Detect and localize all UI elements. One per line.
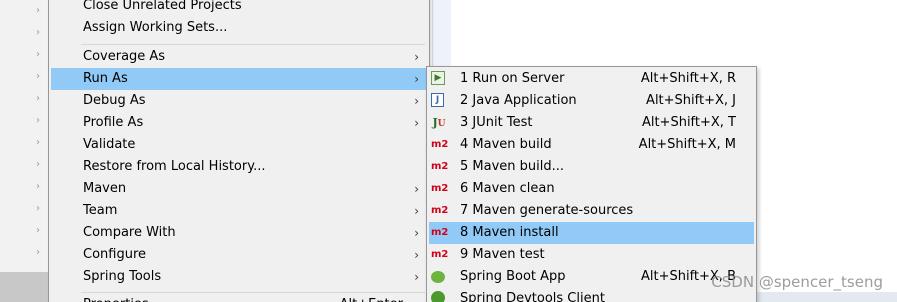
submenu-item-maven-clean[interactable]: m2 6 Maven clean bbox=[429, 178, 754, 200]
submenu-item-maven-test[interactable]: m2 9 Maven test bbox=[429, 244, 754, 266]
menu-item-label: Compare With bbox=[83, 225, 176, 240]
menu-item-run-as[interactable]: Run As › bbox=[51, 68, 427, 90]
submenu-item-label: 8 Maven install bbox=[460, 225, 559, 240]
submenu-item-shortcut: Alt+Shift+X, T bbox=[641, 115, 736, 130]
submenu-item-spring-boot-app[interactable]: Spring Boot App Alt+Shift+X, B bbox=[429, 266, 754, 288]
submenu-item-label: 4 Maven build bbox=[460, 137, 552, 152]
java-application-icon: J bbox=[431, 93, 444, 107]
chevron-right-icon: › bbox=[414, 226, 419, 240]
menu-item-label: Spring Tools bbox=[83, 269, 162, 284]
chevron-right-icon: › bbox=[414, 204, 419, 218]
menu-separator bbox=[81, 292, 425, 293]
junit-icon: JU bbox=[431, 115, 447, 131]
submenu-item-run-on-server[interactable]: ▶ 1 Run on Server Alt+Shift+X, R bbox=[429, 68, 754, 90]
chevron-right-icon: › bbox=[414, 50, 419, 64]
submenu-item-label: 5 Maven build... bbox=[460, 159, 565, 174]
submenu-item-maven-build-dialog[interactable]: m2 5 Maven build... bbox=[429, 156, 754, 178]
submenu-item-label: 3 JUnit Test bbox=[460, 115, 533, 130]
tree-expand-icon[interactable]: › bbox=[36, 0, 46, 22]
menu-item-label: Debug As bbox=[83, 93, 146, 108]
menu-item-team[interactable]: Team › bbox=[51, 200, 427, 222]
chevron-right-icon: › bbox=[414, 116, 419, 130]
chevron-right-icon: › bbox=[414, 182, 419, 196]
run-as-submenu: ▶ 1 Run on Server Alt+Shift+X, R J 2 Jav… bbox=[426, 66, 757, 302]
junit-icon-u: U bbox=[437, 119, 446, 129]
menu-item-label: Restore from Local History... bbox=[83, 159, 266, 174]
submenu-item-label: 7 Maven generate-sources bbox=[460, 203, 634, 218]
chevron-right-icon: › bbox=[414, 248, 419, 262]
tree-expand-icon[interactable]: › bbox=[36, 198, 46, 220]
submenu-item-java-application[interactable]: J 2 Java Application Alt+Shift+X, J bbox=[429, 90, 754, 112]
menu-item-label: Assign Working Sets... bbox=[83, 20, 228, 35]
editor-pane-edge bbox=[432, 0, 451, 66]
menu-item-spring-tools[interactable]: Spring Tools › bbox=[51, 266, 427, 288]
server-icon: ▶ bbox=[431, 71, 445, 85]
submenu-item-label: 1 Run on Server bbox=[460, 71, 565, 86]
menu-item-label: Properties bbox=[83, 294, 149, 302]
maven-icon: m2 bbox=[431, 249, 449, 260]
tree-expand-icon[interactable]: › bbox=[36, 176, 46, 198]
submenu-item-shortcut: Alt+Shift+X, J bbox=[646, 93, 736, 108]
menu-item-label: Validate bbox=[83, 137, 136, 152]
submenu-item-shortcut: Alt+Shift+X, M bbox=[638, 137, 736, 152]
menu-item-label: Profile As bbox=[83, 115, 144, 130]
maven-icon: m2 bbox=[431, 139, 449, 150]
tree-expand-icon[interactable]: › bbox=[36, 88, 46, 110]
menu-item-properties[interactable]: Properties Alt+Enter bbox=[51, 294, 427, 302]
menu-item-label: Coverage As bbox=[83, 49, 166, 64]
submenu-item-spring-devtools-client[interactable]: Spring Devtools Client bbox=[429, 288, 754, 302]
submenu-item-maven-generate-sources[interactable]: m2 7 Maven generate-sources bbox=[429, 200, 754, 222]
submenu-item-maven-install[interactable]: m2 8 Maven install bbox=[429, 222, 754, 244]
tree-expand-icon[interactable]: › bbox=[36, 66, 46, 88]
menu-item-maven[interactable]: Maven › bbox=[51, 178, 427, 200]
spring-devtools-icon bbox=[431, 291, 445, 302]
menu-item-configure[interactable]: Configure › bbox=[51, 244, 427, 266]
maven-icon: m2 bbox=[431, 161, 449, 172]
submenu-item-maven-build[interactable]: m2 4 Maven build Alt+Shift+X, M bbox=[429, 134, 754, 156]
watermark-text: CSDN @spencer_tseng bbox=[711, 273, 883, 291]
tree-expand-icon[interactable]: › bbox=[36, 44, 46, 66]
tree-expand-icon[interactable]: › bbox=[36, 110, 46, 132]
chevron-right-icon: › bbox=[414, 72, 419, 86]
maven-icon: m2 bbox=[431, 227, 449, 238]
submenu-item-label: 2 Java Application bbox=[460, 93, 577, 108]
menu-item-label: Run As bbox=[83, 71, 128, 86]
tree-expand-icon[interactable]: › bbox=[36, 220, 46, 242]
tree-expand-icon[interactable]: › bbox=[36, 132, 46, 154]
tree-expand-icon[interactable]: › bbox=[36, 22, 46, 44]
menu-item-label: Maven bbox=[83, 181, 127, 196]
menu-item-label: Close Unrelated Projects bbox=[83, 0, 242, 13]
menu-item-restore-from-local-history[interactable]: Restore from Local History... bbox=[51, 156, 427, 178]
submenu-item-junit-test[interactable]: JU 3 JUnit Test Alt+Shift+X, T bbox=[429, 112, 754, 134]
menu-item-profile-as[interactable]: Profile As › bbox=[51, 112, 427, 134]
menu-separator bbox=[81, 44, 425, 45]
menu-item-debug-as[interactable]: Debug As › bbox=[51, 90, 427, 112]
chevron-right-icon: › bbox=[414, 94, 419, 108]
menu-item-compare-with[interactable]: Compare With › bbox=[51, 222, 427, 244]
tree-expand-icon[interactable]: › bbox=[36, 154, 46, 176]
menu-item-shortcut: Alt+Enter bbox=[340, 294, 403, 302]
submenu-item-label: 6 Maven clean bbox=[460, 181, 555, 196]
tree-expand-arrows: › › › › › › › › › › › › bbox=[36, 0, 46, 264]
project-explorer-bottom-bar bbox=[0, 272, 48, 302]
menu-item-validate[interactable]: Validate bbox=[51, 134, 427, 156]
chevron-right-icon: › bbox=[414, 270, 419, 284]
menu-item-close-unrelated-projects[interactable]: Close Unrelated Projects bbox=[51, 0, 427, 17]
submenu-item-label: 9 Maven test bbox=[460, 247, 545, 262]
submenu-item-label: Spring Devtools Client bbox=[460, 291, 605, 302]
menu-item-label: Team bbox=[83, 203, 118, 218]
menu-item-coverage-as[interactable]: Coverage As › bbox=[51, 46, 427, 68]
submenu-item-label: Spring Boot App bbox=[460, 269, 566, 284]
tree-expand-icon[interactable]: › bbox=[36, 242, 46, 264]
menu-item-assign-working-sets[interactable]: Assign Working Sets... bbox=[51, 17, 427, 39]
maven-icon: m2 bbox=[431, 205, 449, 216]
submenu-item-shortcut: Alt+Shift+X, R bbox=[640, 71, 736, 86]
maven-icon: m2 bbox=[431, 183, 449, 194]
menu-item-label: Configure bbox=[83, 247, 147, 262]
project-context-menu: Close Unrelated Projects Assign Working … bbox=[48, 0, 430, 302]
spring-boot-icon bbox=[431, 271, 445, 283]
ide-screen: › › › › › › › › › › › › Close Unrelated … bbox=[0, 0, 897, 302]
